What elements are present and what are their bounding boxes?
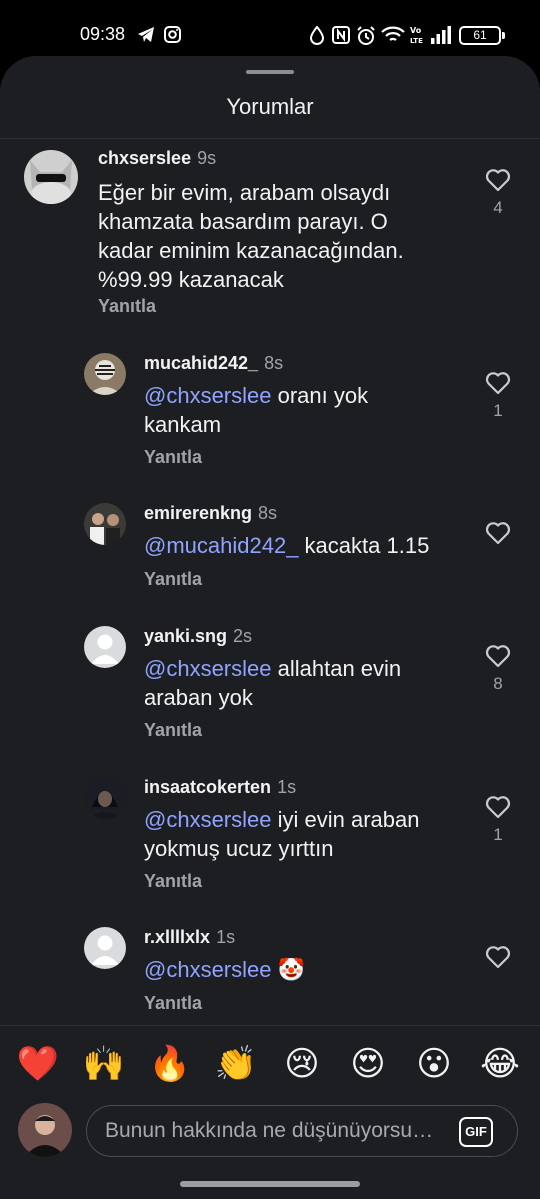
gif-button[interactable]: GIF — [459, 1117, 493, 1147]
avatar[interactable] — [84, 503, 126, 545]
comment-text: @chxserslee oranı yok kankam — [144, 383, 369, 437]
comment-text: @chxserslee 🤡 — [144, 957, 306, 982]
like-button[interactable]: 1 — [478, 795, 518, 845]
heart-icon — [478, 945, 518, 969]
comment-username[interactable]: emirerenkng — [144, 503, 252, 523]
header-divider — [0, 138, 540, 139]
heart-icon — [478, 168, 518, 192]
reply-r-xllllxlx: r.xllllxlx 1s @chxserslee 🤡 Yanıtla — [0, 925, 540, 1025]
avatar[interactable] — [24, 150, 78, 204]
drop-icon — [309, 25, 325, 51]
home-indicator[interactable] — [180, 1181, 360, 1187]
heart-icon — [478, 795, 518, 819]
like-button[interactable] — [478, 945, 518, 975]
status-time: 09:38 — [80, 24, 126, 44]
like-button[interactable]: 1 — [478, 371, 518, 421]
emoji-raised-hands[interactable]: 🙌 — [80, 1040, 128, 1088]
own-avatar[interactable] — [18, 1103, 72, 1157]
mention-link[interactable]: @mucahid242_ — [144, 533, 298, 558]
reply-button[interactable]: Yanıtla — [144, 720, 202, 741]
emoji-heart-eyes[interactable]: 😍 — [344, 1040, 392, 1088]
reply-button[interactable]: Yanıtla — [98, 296, 156, 317]
default-avatar-icon[interactable] — [84, 927, 126, 969]
comment-username[interactable]: mucahid242_ — [144, 353, 258, 373]
nfc-icon — [332, 26, 350, 49]
sheet-title: Yorumlar — [226, 94, 314, 119]
comment-time: 1s — [216, 927, 236, 947]
reply-button[interactable]: Yanıtla — [144, 993, 202, 1014]
mention-link[interactable]: @chxserslee — [144, 656, 272, 681]
comment-username[interactable]: insaatcokerten — [144, 777, 271, 797]
reply-button[interactable]: Yanıtla — [144, 569, 202, 590]
heart-icon — [478, 371, 518, 395]
comments-sheet: Yorumlar chxserslee 9s Eğer bir evim, ara… — [0, 56, 540, 1199]
battery-indicator: 61 — [459, 26, 505, 45]
mention-link[interactable]: @chxserslee — [144, 807, 272, 832]
svg-text:Vo: Vo — [410, 26, 422, 35]
emoji-crying[interactable]: 😢 — [278, 1040, 326, 1088]
like-button[interactable]: 4 — [478, 168, 518, 218]
emoji-heart[interactable]: ❤️ — [14, 1040, 62, 1088]
comment-composer[interactable]: Bunun hakkında ne düşünüyorsun? GIF — [86, 1105, 518, 1157]
comment-time: 8s — [258, 503, 278, 523]
telegram-icon — [137, 26, 155, 49]
default-avatar-icon[interactable] — [84, 626, 126, 668]
alarm-icon — [356, 26, 376, 51]
avatar[interactable] — [84, 353, 126, 395]
comment-time: 9s — [197, 148, 217, 168]
comment-input[interactable]: Bunun hakkında ne düşünüyorsun? — [105, 1119, 435, 1143]
reply-insaatcokerten: insaatcokerten 1s @chxserslee iyi evin ar… — [0, 775, 540, 905]
comment-text: @chxserslee allahtan evin araban yok — [144, 656, 402, 710]
comment-time: 1s — [277, 777, 297, 797]
sheet-grabber[interactable] — [246, 70, 294, 74]
reply-button[interactable]: Yanıtla — [144, 447, 202, 468]
reply-yanki-sng: yanki.sng 2s @chxserslee allahtan evin ar… — [0, 624, 540, 754]
instagram-icon — [164, 26, 181, 48]
emoji-fire[interactable]: 🔥 — [146, 1040, 194, 1088]
status-bar: 09:38 Vo LTE 61 — [0, 0, 540, 56]
svg-text:LTE: LTE — [410, 37, 423, 45]
mention-link[interactable]: @chxserslee — [144, 383, 272, 408]
mention-link[interactable]: @chxserslee — [144, 957, 272, 982]
comment-username[interactable]: yanki.sng — [144, 626, 227, 646]
comment-username[interactable]: chxserslee — [98, 148, 191, 168]
comment-text: Eğer bir evim, arabam olsaydı khamzata b… — [98, 180, 404, 292]
avatar[interactable] — [84, 777, 126, 819]
heart-icon — [478, 644, 518, 668]
comment-text: @mucahid242_ kacakta 1.15 — [144, 533, 430, 558]
reply-button[interactable]: Yanıtla — [144, 871, 202, 892]
heart-icon — [478, 521, 518, 545]
emoji-surprised[interactable]: 😮 — [410, 1040, 458, 1088]
emoji-laughing[interactable]: 😂 — [476, 1040, 524, 1088]
reply-emirerenkng: emirerenkng 8s @mucahid242_ kacakta 1.15 … — [0, 501, 540, 601]
reply-mucahid242: mucahid242_ 8s @chxserslee oranı yok kank… — [0, 351, 540, 481]
like-count: 4 — [493, 198, 503, 217]
composer-divider — [0, 1025, 540, 1026]
volte-icon: Vo LTE — [410, 25, 426, 50]
like-count: 8 — [493, 674, 503, 693]
like-button[interactable] — [478, 521, 518, 551]
like-button[interactable]: 8 — [478, 644, 518, 694]
like-count: 1 — [493, 401, 503, 420]
wifi-icon — [381, 26, 405, 49]
emoji-reaction-bar: ❤️ 🙌 🔥 👏 😢 😍 😮 😂 — [0, 1040, 540, 1088]
comment-chxserslee: chxserslee 9s Eğer bir evim, arabam olsay… — [0, 146, 540, 326]
comment-time: 8s — [264, 353, 284, 373]
comment-time: 2s — [233, 626, 253, 646]
signal-icon — [430, 26, 452, 49]
comment-username[interactable]: r.xllllxlx — [144, 927, 210, 947]
like-count: 1 — [493, 825, 503, 844]
emoji-clapping[interactable]: 👏 — [212, 1040, 260, 1088]
comment-text: @chxserslee iyi evin araban yokmuş ucuz … — [144, 807, 420, 861]
